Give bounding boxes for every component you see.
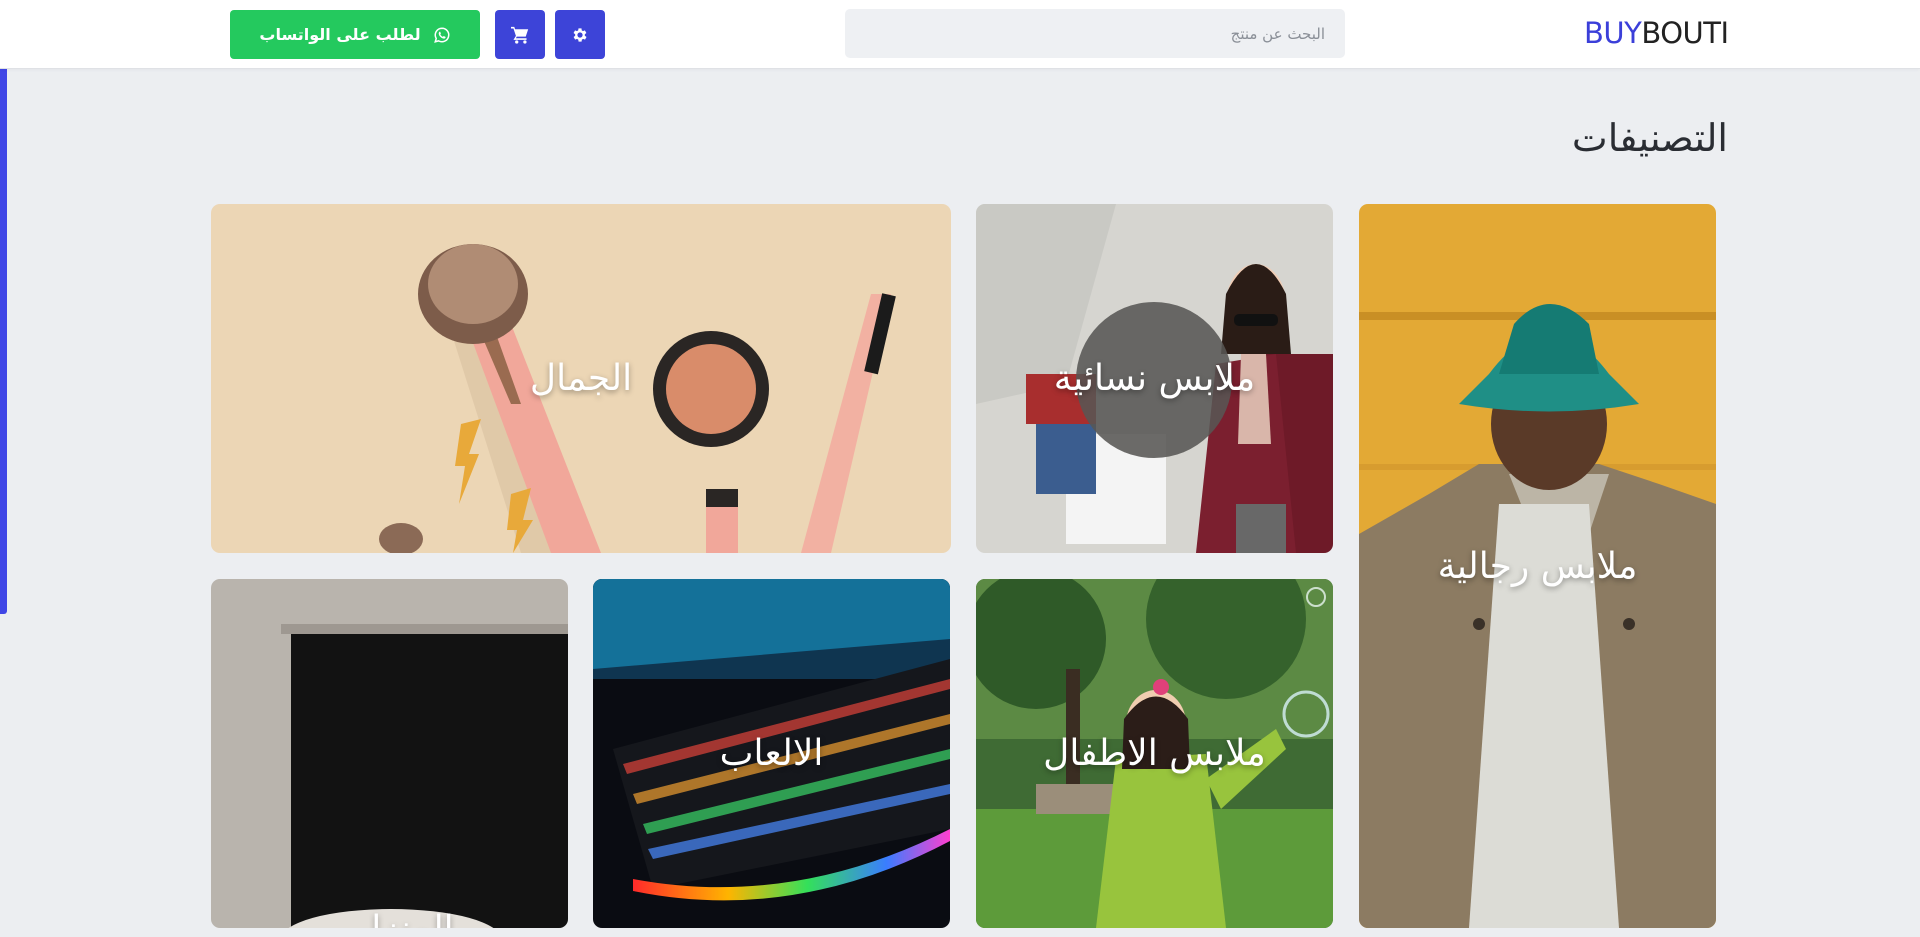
side-accent-bar [0,0,7,614]
category-card-beauty[interactable]: الجمال [211,204,951,553]
page-title: التصنيفات [1571,116,1728,160]
cart-icon [511,26,529,44]
category-title: الالعاب [719,733,824,774]
category-card-home[interactable]: المنزل [211,579,568,928]
category-card-men[interactable]: ملابس رجالية [1359,204,1716,928]
category-card-games[interactable]: الالعاب [593,579,950,928]
settings-button[interactable] [555,10,605,59]
home-image [211,579,568,928]
brand-logo[interactable]: BUYBOUTI [1584,16,1729,50]
whatsapp-order-button[interactable]: لطلب على الواتساب [230,10,480,59]
logo-buy: BUY [1584,16,1642,50]
category-card-women[interactable]: ملابس نسائية [976,204,1333,553]
cart-button[interactable] [495,10,545,59]
whatsapp-icon [433,26,450,43]
whatsapp-label: لطلب على الواتساب [259,25,421,44]
category-title: المنزل [355,909,454,928]
search-input[interactable] [845,9,1345,58]
gear-icon [573,27,587,42]
category-title: ملابس نسائية [1053,358,1256,399]
category-card-kids[interactable]: ملابس الاطفال [976,579,1333,928]
top-navbar: BUYBOUTI لطلب على الواتساب [0,0,1920,69]
category-title: ملابس رجالية [1437,545,1638,587]
category-title: الجمال [529,358,633,399]
logo-bouti: BOUTI [1641,16,1729,50]
category-title: ملابس الاطفال [1043,733,1266,774]
